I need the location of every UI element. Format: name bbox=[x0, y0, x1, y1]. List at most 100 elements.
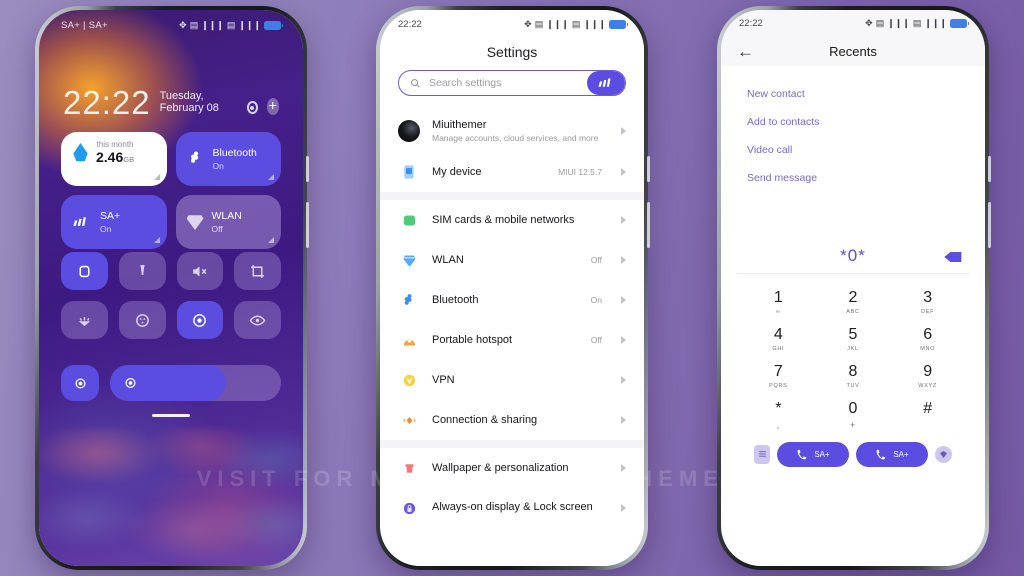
option-send-message[interactable]: Send message bbox=[721, 164, 985, 192]
quick-tile-screenshot[interactable] bbox=[234, 252, 281, 290]
resize-handle-icon[interactable] bbox=[268, 174, 274, 180]
key-3[interactable]: 3 DEF bbox=[890, 284, 965, 319]
phone2-screen: 22:22 ✥ ▤ ❙❙❙ ▤ ❙❙❙ Settings Search sett… bbox=[380, 10, 644, 566]
key-9[interactable]: 9 WXYZ bbox=[890, 358, 965, 393]
tile-mobile-data[interactable]: SA+ On bbox=[61, 195, 167, 249]
wifi-shield-icon bbox=[186, 215, 204, 230]
status-bar: SA+ | SA+ ✥ ▤ ❙❙❙ ▤ ❙❙❙ bbox=[39, 10, 303, 40]
big-tiles-grid: this month 2.46GB Bluetooth On SA+ On WL… bbox=[61, 132, 281, 249]
screenshot-icon bbox=[251, 264, 264, 278]
quick-tile-auto-brightness[interactable] bbox=[61, 301, 108, 339]
account-name: Miuithemer bbox=[432, 119, 487, 131]
option-video-call[interactable]: Video call bbox=[721, 136, 985, 164]
call-button-sim2[interactable]: SA+ bbox=[856, 442, 928, 467]
row-label: Wallpaper & personalization bbox=[432, 462, 569, 474]
settings-row-portable-hotspot[interactable]: Portable hotspot Off bbox=[380, 320, 644, 360]
status-bar: 22:22 ✥ ▤ ❙❙❙ ▤ ❙❙❙ bbox=[380, 10, 644, 38]
settings-row-connection-sharing[interactable]: Connection & sharing bbox=[380, 400, 644, 440]
eye-care-icon[interactable] bbox=[246, 101, 258, 115]
quick-tile-mute[interactable] bbox=[176, 252, 224, 290]
signal2-icon: ❙❙❙ bbox=[238, 19, 261, 30]
dialpad-list-icon[interactable] bbox=[754, 445, 770, 464]
reading-mode-icon bbox=[135, 313, 149, 327]
resize-handle-icon[interactable] bbox=[153, 237, 160, 243]
settings-row-always-on-display[interactable]: Always-on display & Lock screen bbox=[380, 488, 644, 528]
tile-wlan-state: Off bbox=[211, 224, 223, 234]
brightness-slider[interactable] bbox=[110, 365, 281, 401]
search-icon bbox=[411, 78, 420, 88]
tile-wlan[interactable]: WLAN Off bbox=[175, 195, 281, 249]
key-hash[interactable]: # bbox=[890, 395, 965, 434]
add-tile-button[interactable]: + bbox=[266, 98, 279, 116]
settings-row-wallpaper[interactable]: Wallpaper & personalization bbox=[380, 448, 644, 488]
tile-bluetooth[interactable]: Bluetooth On bbox=[175, 132, 281, 186]
sharing-icon bbox=[402, 416, 416, 424]
tile-data-usage-unit: GB bbox=[123, 155, 135, 164]
dialed-number-row: *0* bbox=[721, 240, 985, 273]
signal1-icon: ❙❙❙ bbox=[887, 17, 910, 28]
settings-row-bluetooth[interactable]: Bluetooth On bbox=[380, 280, 644, 320]
row-label: VPN bbox=[432, 374, 455, 386]
miui-logo-icon[interactable] bbox=[587, 71, 625, 95]
brightness-low-icon bbox=[75, 378, 85, 388]
home-indicator[interactable] bbox=[152, 414, 190, 417]
tile-data-usage[interactable]: this month 2.46GB bbox=[61, 132, 167, 186]
resize-handle-icon[interactable] bbox=[268, 237, 274, 243]
key-letters: WXYZ bbox=[918, 383, 937, 389]
option-add-to-contacts[interactable]: Add to contacts bbox=[721, 108, 985, 136]
key-star[interactable]: *, bbox=[741, 395, 816, 434]
settings-row-vpn[interactable]: VPN bbox=[380, 360, 644, 400]
sim1-icon: ▤ bbox=[189, 19, 199, 30]
quick-tile-reading-mode[interactable] bbox=[118, 301, 166, 339]
battery-icon bbox=[609, 19, 628, 29]
status-time: 22:22 bbox=[398, 18, 422, 30]
settings-row-sim-cards[interactable]: SIM cards & mobile networks bbox=[380, 200, 644, 240]
flashlight-icon bbox=[140, 264, 145, 275]
eye-care-icon bbox=[249, 315, 266, 325]
signal2-icon: ❙❙❙ bbox=[583, 18, 606, 29]
carrier-label: SA+ | SA+ bbox=[61, 19, 108, 31]
backspace-icon[interactable] bbox=[943, 250, 963, 263]
row-label: Always-on display & Lock screen bbox=[432, 501, 593, 514]
key-number: 1 bbox=[773, 289, 783, 306]
resize-handle-icon[interactable] bbox=[153, 174, 160, 180]
signal1-icon: ❙❙❙ bbox=[201, 19, 224, 30]
key-5[interactable]: 5 JKL bbox=[816, 321, 891, 356]
settings-row-my-device[interactable]: My device MIUI 12.5.7 bbox=[380, 152, 644, 192]
key-number: # bbox=[923, 400, 933, 417]
tile-mobile-data-state: On bbox=[100, 224, 112, 234]
search-input[interactable]: Search settings bbox=[398, 70, 626, 96]
key-8[interactable]: 8 TUV bbox=[816, 358, 891, 393]
hotspot-icon bbox=[403, 337, 415, 345]
row-label: WLAN bbox=[432, 254, 464, 266]
quick-tiles-grid bbox=[61, 252, 281, 339]
status-time: 22:22 bbox=[739, 17, 763, 29]
row-value: Off bbox=[590, 255, 602, 265]
key-1[interactable]: 1 ∞ bbox=[741, 284, 816, 319]
key-letters: PQRS bbox=[769, 383, 788, 389]
settings-row-wlan[interactable]: WLAN Off bbox=[380, 240, 644, 280]
key-6[interactable]: 6 MNO bbox=[890, 321, 965, 356]
quick-tile-screen-rotation[interactable] bbox=[61, 252, 108, 290]
contacts-icon[interactable] bbox=[935, 446, 952, 463]
account-desc: Manage accounts, cloud services, and mor… bbox=[432, 133, 599, 143]
sim2-icon: ▤ bbox=[571, 18, 581, 29]
app-header: ← Recents bbox=[721, 36, 985, 66]
brightness-low-button[interactable] bbox=[61, 365, 99, 401]
quick-tile-eye-care[interactable] bbox=[234, 301, 281, 339]
key-0[interactable]: 0 + bbox=[816, 395, 891, 434]
key-2[interactable]: 2 ABC bbox=[816, 284, 891, 319]
quick-tile-location[interactable] bbox=[176, 301, 224, 339]
avatar bbox=[398, 120, 420, 142]
key-7[interactable]: 7 PQRS bbox=[741, 358, 816, 393]
call-button-sim2-label: SA+ bbox=[893, 450, 909, 459]
chevron-right-icon bbox=[621, 504, 626, 512]
chevron-right-icon bbox=[621, 464, 626, 472]
call-button-sim1[interactable]: SA+ bbox=[777, 442, 849, 467]
dialed-number[interactable]: *0* bbox=[840, 246, 866, 265]
quick-tile-flashlight[interactable] bbox=[118, 252, 166, 290]
key-4[interactable]: 4 GHI bbox=[741, 321, 816, 356]
key-number: 2 bbox=[848, 289, 858, 306]
settings-row-account[interactable]: Miuithemer Manage accounts, cloud servic… bbox=[380, 110, 644, 152]
option-new-contact[interactable]: New contact bbox=[721, 80, 985, 108]
